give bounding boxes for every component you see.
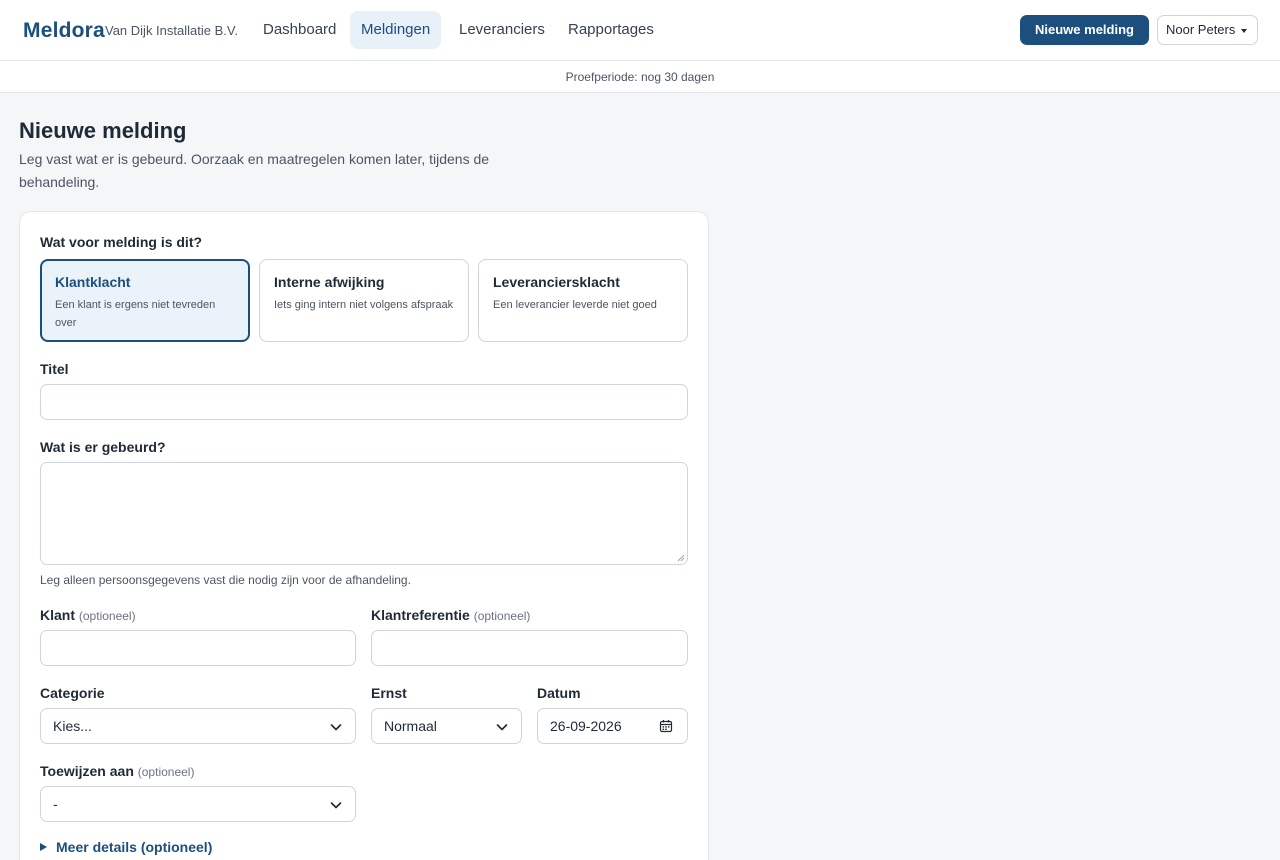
nav-dashboard[interactable]: Dashboard	[252, 11, 347, 49]
customer-reference-label: Klantreferentie (optioneel)	[371, 607, 530, 623]
date-input-value: 26-09-2026	[550, 718, 622, 734]
nav-leveranciers[interactable]: Leveranciers	[448, 11, 556, 49]
trial-banner: Proefperiode: nog 30 dagen	[0, 61, 1280, 93]
more-details-toggle[interactable]: Meer details (optioneel)	[40, 839, 212, 855]
new-report-button[interactable]: Nieuwe melding	[1020, 15, 1149, 45]
type-option-title: Klantklacht	[55, 274, 131, 290]
customer-input[interactable]	[40, 630, 356, 666]
assign-label: Toewijzen aan (optioneel)	[40, 763, 194, 779]
type-option-klantklacht[interactable]: Klantklacht Een klant is ergens niet tev…	[40, 259, 250, 342]
user-name: Noor Peters	[1166, 22, 1236, 37]
report-type-label: Wat voor melding is dit?	[40, 234, 203, 250]
what-happened-textarea[interactable]	[40, 462, 688, 565]
nav-rapportages[interactable]: Rapportages	[557, 11, 665, 49]
severity-select-value: Normaal	[384, 718, 437, 734]
brand-logo[interactable]: Meldora	[23, 19, 105, 43]
customer-reference-input[interactable]	[371, 630, 688, 666]
type-option-description: Een klant is ergens niet tevreden over	[55, 299, 216, 329]
privacy-help-text: Leg alleen persoonsgegevens vast die nod…	[40, 573, 411, 587]
customer-label-text: Klant	[40, 607, 75, 623]
title-label: Titel	[40, 361, 69, 377]
type-option-title: Interne afwijking	[274, 274, 385, 290]
nav-meldingen[interactable]: Meldingen	[350, 11, 442, 49]
chevron-down-icon	[330, 724, 342, 731]
type-option-leveranciersklacht[interactable]: Leveranciersklacht Een leverancier lever…	[478, 259, 688, 342]
organization-name: Van Dijk Installatie B.V.	[105, 23, 238, 38]
assign-select[interactable]: -	[40, 786, 356, 822]
triangle-right-icon	[40, 843, 47, 851]
new-report-form: Wat voor melding is dit? Klantklacht Een…	[19, 211, 709, 860]
severity-label: Ernst	[371, 685, 407, 701]
resize-handle-icon[interactable]	[677, 554, 685, 562]
optional-hint: (optioneel)	[137, 765, 195, 779]
assign-select-value: -	[53, 796, 58, 812]
user-menu-button[interactable]: Noor Peters	[1157, 15, 1258, 45]
chevron-down-icon	[496, 724, 508, 731]
what-happened-label: Wat is er gebeurd?	[40, 439, 166, 455]
page-subtitle: Leg vast wat er is gebeurd. Oorzaak en m…	[19, 151, 490, 190]
more-details-label: Meer details (optioneel)	[56, 839, 213, 855]
caret-down-icon	[1241, 29, 1247, 33]
category-select-value: Kies...	[53, 718, 92, 734]
title-input[interactable]	[40, 384, 688, 420]
type-option-title: Leveranciersklacht	[493, 274, 620, 290]
top-navigation-bar: Meldora Van Dijk Installatie B.V. Dashbo…	[0, 0, 1280, 61]
assign-label-text: Toewijzen aan	[40, 763, 134, 779]
date-input[interactable]: 26-09-2026	[537, 708, 688, 744]
type-option-interne-afwijking[interactable]: Interne afwijking Iets ging intern niet …	[259, 259, 469, 342]
severity-select[interactable]: Normaal	[371, 708, 522, 744]
customer-label: Klant (optioneel)	[40, 607, 136, 623]
calendar-icon[interactable]	[659, 719, 673, 733]
page-title: Nieuwe melding	[19, 118, 187, 143]
category-select[interactable]: Kies...	[40, 708, 356, 744]
optional-hint: (optioneel)	[78, 609, 136, 623]
optional-hint: (optioneel)	[473, 609, 531, 623]
customer-reference-label-text: Klantreferentie	[371, 607, 470, 623]
type-option-description: Iets ging intern niet volgens afspraak	[274, 299, 454, 311]
category-label: Categorie	[40, 685, 105, 701]
chevron-down-icon	[330, 802, 342, 809]
type-option-description: Een leverancier leverde niet goed	[493, 299, 657, 311]
date-label: Datum	[537, 685, 581, 701]
